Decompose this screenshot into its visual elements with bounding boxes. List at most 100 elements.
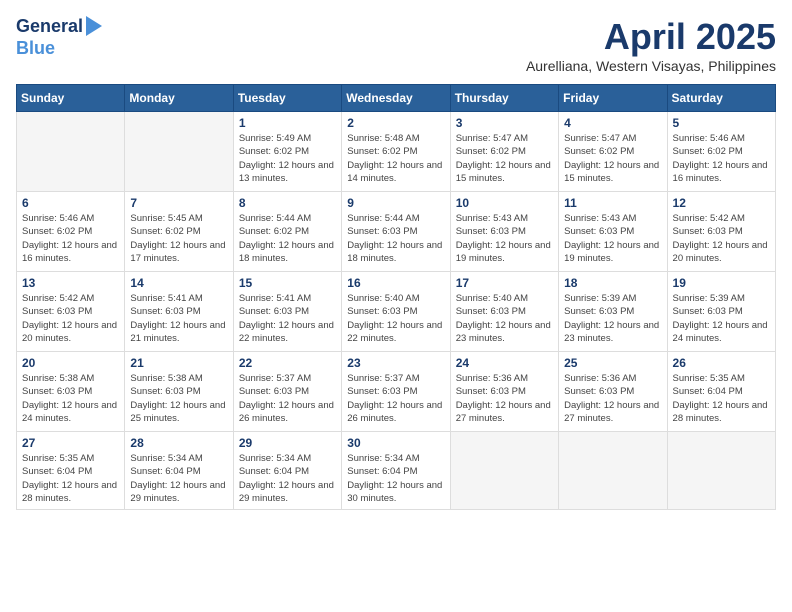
- day-number: 21: [130, 356, 227, 370]
- calendar-day-cell: 29 Sunrise: 5:34 AM Sunset: 6:04 PM Dayli…: [233, 432, 341, 510]
- calendar-day-cell: 21 Sunrise: 5:38 AM Sunset: 6:03 PM Dayli…: [125, 352, 233, 432]
- column-header-tuesday: Tuesday: [233, 85, 341, 112]
- calendar-day-cell: 20Sunrise: 5:38 AM Sunset: 6:03 PM Dayli…: [17, 352, 125, 432]
- calendar-day-cell: 11 Sunrise: 5:43 AM Sunset: 6:03 PM Dayli…: [559, 192, 667, 272]
- day-info: Sunrise: 5:36 AM Sunset: 6:03 PM Dayligh…: [564, 372, 661, 425]
- calendar-week-row: 1 Sunrise: 5:49 AM Sunset: 6:02 PM Daylig…: [17, 112, 776, 192]
- day-number: 3: [456, 116, 553, 130]
- calendar-day-cell: 16 Sunrise: 5:40 AM Sunset: 6:03 PM Dayli…: [342, 272, 450, 352]
- calendar-day-cell: 5Sunrise: 5:46 AM Sunset: 6:02 PM Daylig…: [667, 112, 775, 192]
- calendar-day-cell: 12 Sunrise: 5:42 AM Sunset: 6:03 PM Dayli…: [667, 192, 775, 272]
- day-number: 13: [22, 276, 119, 290]
- day-info: Sunrise: 5:38 AM Sunset: 6:03 PM Dayligh…: [130, 372, 227, 425]
- day-info: Sunrise: 5:37 AM Sunset: 6:03 PM Dayligh…: [239, 372, 336, 425]
- column-header-monday: Monday: [125, 85, 233, 112]
- calendar-day-cell: 7 Sunrise: 5:45 AM Sunset: 6:02 PM Daylig…: [125, 192, 233, 272]
- day-number: 16: [347, 276, 444, 290]
- calendar-day-cell: [125, 112, 233, 192]
- day-number: 11: [564, 196, 661, 210]
- day-number: 17: [456, 276, 553, 290]
- column-header-sunday: Sunday: [17, 85, 125, 112]
- calendar-day-cell: 1 Sunrise: 5:49 AM Sunset: 6:02 PM Daylig…: [233, 112, 341, 192]
- calendar-day-cell: 2Sunrise: 5:48 AM Sunset: 6:02 PM Daylig…: [342, 112, 450, 192]
- day-info: Sunrise: 5:34 AM Sunset: 6:04 PM Dayligh…: [130, 452, 227, 505]
- calendar-day-cell: [450, 432, 558, 510]
- day-number: 10: [456, 196, 553, 210]
- day-info: Sunrise: 5:47 AM Sunset: 6:02 PM Dayligh…: [456, 132, 553, 185]
- day-info: Sunrise: 5:36 AM Sunset: 6:03 PM Dayligh…: [456, 372, 553, 425]
- day-info: Sunrise: 5:47 AM Sunset: 6:02 PM Dayligh…: [564, 132, 661, 185]
- day-number: 9: [347, 196, 444, 210]
- calendar-week-row: 6Sunrise: 5:46 AM Sunset: 6:02 PM Daylig…: [17, 192, 776, 272]
- day-number: 22: [239, 356, 336, 370]
- calendar-day-cell: 15 Sunrise: 5:41 AM Sunset: 6:03 PM Dayli…: [233, 272, 341, 352]
- day-number: 1: [239, 116, 336, 130]
- day-number: 19: [673, 276, 770, 290]
- title-block: April 2025 Aurelliana, Western Visayas, …: [526, 16, 776, 74]
- column-header-wednesday: Wednesday: [342, 85, 450, 112]
- day-info: Sunrise: 5:41 AM Sunset: 6:03 PM Dayligh…: [239, 292, 336, 345]
- day-info: Sunrise: 5:40 AM Sunset: 6:03 PM Dayligh…: [456, 292, 553, 345]
- calendar-day-cell: 22 Sunrise: 5:37 AM Sunset: 6:03 PM Dayli…: [233, 352, 341, 432]
- calendar-week-row: 27 Sunrise: 5:35 AM Sunset: 6:04 PM Dayli…: [17, 432, 776, 510]
- day-info: Sunrise: 5:43 AM Sunset: 6:03 PM Dayligh…: [564, 212, 661, 265]
- day-number: 26: [673, 356, 770, 370]
- day-number: 23: [347, 356, 444, 370]
- calendar-day-cell: 27 Sunrise: 5:35 AM Sunset: 6:04 PM Dayli…: [17, 432, 125, 510]
- calendar-day-cell: 17 Sunrise: 5:40 AM Sunset: 6:03 PM Dayli…: [450, 272, 558, 352]
- day-number: 24: [456, 356, 553, 370]
- day-number: 28: [130, 436, 227, 450]
- calendar-day-cell: 10Sunrise: 5:43 AM Sunset: 6:03 PM Dayli…: [450, 192, 558, 272]
- page-header: General Blue April 2025 Aurelliana, West…: [16, 16, 776, 74]
- day-info: Sunrise: 5:45 AM Sunset: 6:02 PM Dayligh…: [130, 212, 227, 265]
- day-info: Sunrise: 5:35 AM Sunset: 6:04 PM Dayligh…: [22, 452, 119, 505]
- day-info: Sunrise: 5:40 AM Sunset: 6:03 PM Dayligh…: [347, 292, 444, 345]
- day-number: 15: [239, 276, 336, 290]
- day-info: Sunrise: 5:44 AM Sunset: 6:02 PM Dayligh…: [239, 212, 336, 265]
- calendar-day-cell: 30 Sunrise: 5:34 AM Sunset: 6:04 PM Dayli…: [342, 432, 450, 510]
- day-number: 20: [22, 356, 119, 370]
- logo-text-line2: Blue: [16, 38, 55, 60]
- day-info: Sunrise: 5:34 AM Sunset: 6:04 PM Dayligh…: [239, 452, 336, 505]
- calendar-day-cell: 4 Sunrise: 5:47 AM Sunset: 6:02 PM Daylig…: [559, 112, 667, 192]
- calendar-day-cell: [17, 112, 125, 192]
- calendar-day-cell: 18 Sunrise: 5:39 AM Sunset: 6:03 PM Dayli…: [559, 272, 667, 352]
- day-info: Sunrise: 5:41 AM Sunset: 6:03 PM Dayligh…: [130, 292, 227, 345]
- day-info: Sunrise: 5:35 AM Sunset: 6:04 PM Dayligh…: [673, 372, 770, 425]
- calendar-day-cell: 24 Sunrise: 5:36 AM Sunset: 6:03 PM Dayli…: [450, 352, 558, 432]
- calendar-day-cell: 26 Sunrise: 5:35 AM Sunset: 6:04 PM Dayli…: [667, 352, 775, 432]
- day-number: 30: [347, 436, 444, 450]
- calendar-day-cell: 3 Sunrise: 5:47 AM Sunset: 6:02 PM Daylig…: [450, 112, 558, 192]
- day-info: Sunrise: 5:39 AM Sunset: 6:03 PM Dayligh…: [673, 292, 770, 345]
- calendar-day-cell: 13 Sunrise: 5:42 AM Sunset: 6:03 PM Dayli…: [17, 272, 125, 352]
- column-header-friday: Friday: [559, 85, 667, 112]
- calendar-day-cell: 6Sunrise: 5:46 AM Sunset: 6:02 PM Daylig…: [17, 192, 125, 272]
- day-number: 5: [673, 116, 770, 130]
- location-subtitle: Aurelliana, Western Visayas, Philippines: [526, 58, 776, 74]
- day-number: 29: [239, 436, 336, 450]
- calendar-week-row: 13 Sunrise: 5:42 AM Sunset: 6:03 PM Dayli…: [17, 272, 776, 352]
- day-info: Sunrise: 5:49 AM Sunset: 6:02 PM Dayligh…: [239, 132, 336, 185]
- day-number: 2: [347, 116, 444, 130]
- day-info: Sunrise: 5:42 AM Sunset: 6:03 PM Dayligh…: [673, 212, 770, 265]
- calendar-table: SundayMondayTuesdayWednesdayThursdayFrid…: [16, 84, 776, 510]
- day-info: Sunrise: 5:44 AM Sunset: 6:03 PM Dayligh…: [347, 212, 444, 265]
- day-number: 7: [130, 196, 227, 210]
- day-number: 27: [22, 436, 119, 450]
- calendar-day-cell: 14Sunrise: 5:41 AM Sunset: 6:03 PM Dayli…: [125, 272, 233, 352]
- calendar-day-cell: [667, 432, 775, 510]
- day-number: 8: [239, 196, 336, 210]
- day-number: 12: [673, 196, 770, 210]
- day-number: 4: [564, 116, 661, 130]
- day-number: 6: [22, 196, 119, 210]
- day-info: Sunrise: 5:39 AM Sunset: 6:03 PM Dayligh…: [564, 292, 661, 345]
- column-header-saturday: Saturday: [667, 85, 775, 112]
- calendar-day-cell: 28 Sunrise: 5:34 AM Sunset: 6:04 PM Dayli…: [125, 432, 233, 510]
- day-number: 25: [564, 356, 661, 370]
- calendar-day-cell: 23Sunrise: 5:37 AM Sunset: 6:03 PM Dayli…: [342, 352, 450, 432]
- day-info: Sunrise: 5:34 AM Sunset: 6:04 PM Dayligh…: [347, 452, 444, 505]
- calendar-day-cell: 25 Sunrise: 5:36 AM Sunset: 6:03 PM Dayli…: [559, 352, 667, 432]
- day-number: 18: [564, 276, 661, 290]
- calendar-day-cell: 9 Sunrise: 5:44 AM Sunset: 6:03 PM Daylig…: [342, 192, 450, 272]
- day-info: Sunrise: 5:42 AM Sunset: 6:03 PM Dayligh…: [22, 292, 119, 345]
